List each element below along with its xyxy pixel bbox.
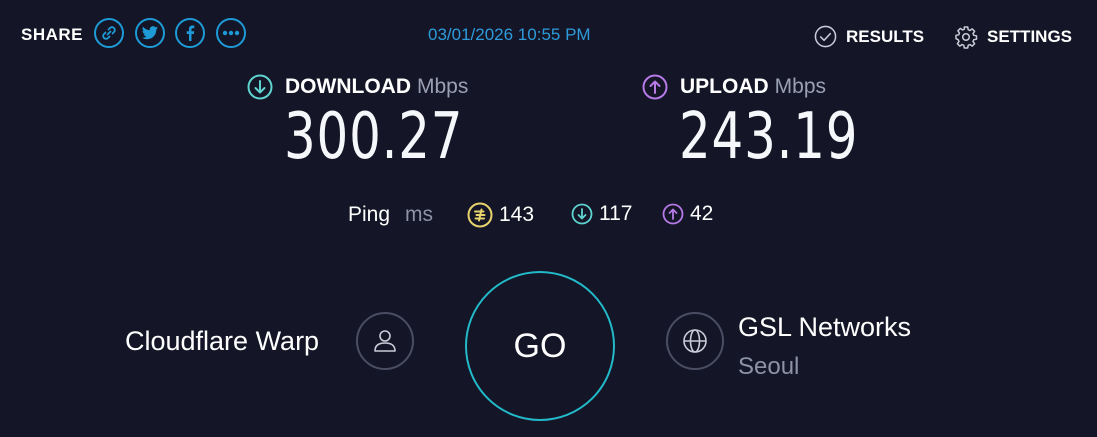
- go-button[interactable]: GO: [465, 271, 615, 421]
- download-latency-icon: [571, 203, 593, 225]
- upload-label: UPLOAD: [680, 75, 769, 98]
- upload-arrow-icon: [642, 74, 668, 100]
- ping-download-value: 117: [599, 202, 633, 225]
- provider-name: Cloudflare Warp: [125, 326, 320, 356]
- go-label: GO: [513, 326, 567, 365]
- upload-header: UPLOAD Mbps: [642, 74, 826, 100]
- download-label: DOWNLOAD: [285, 75, 411, 98]
- ping-upload-value: 42: [690, 202, 714, 225]
- test-timestamp: 03/01/2026 10:55 PM: [428, 25, 591, 44]
- ping-idle: 143: [467, 202, 534, 228]
- facebook-icon: [186, 25, 195, 41]
- download-unit: Mbps: [416, 75, 469, 98]
- ping-download: 117: [571, 202, 632, 226]
- download-speed-value: 300.27: [284, 100, 464, 174]
- server-location: Seoul: [738, 353, 800, 380]
- upload-latency-icon: [662, 203, 684, 225]
- gear-icon: [955, 26, 978, 49]
- upload-speed-value: 243.19: [679, 100, 859, 174]
- share-facebook-button[interactable]: [175, 18, 205, 48]
- ping-idle-value: 143: [499, 203, 535, 226]
- results-link[interactable]: RESULTS: [814, 25, 924, 48]
- change-provider-button[interactable]: [356, 312, 414, 370]
- twitter-icon: [142, 26, 158, 40]
- share-link-button[interactable]: [94, 18, 124, 48]
- results-label: RESULTS: [846, 26, 925, 46]
- settings-label: SETTINGS: [987, 27, 1073, 46]
- idle-latency-icon: [467, 202, 493, 228]
- change-server-button[interactable]: [666, 312, 724, 370]
- share-label: SHARE: [21, 25, 84, 44]
- server-name: GSL Networks: [738, 312, 912, 342]
- upload-unit: Mbps: [774, 75, 827, 98]
- check-circle-icon: [814, 25, 837, 48]
- share-twitter-button[interactable]: [135, 18, 165, 48]
- share-more-button[interactable]: [216, 18, 246, 48]
- more-icon: [222, 30, 240, 36]
- user-icon: [374, 330, 396, 352]
- ping-upload: 42: [662, 202, 713, 226]
- link-icon: [102, 26, 116, 40]
- download-header: DOWNLOAD Mbps: [247, 74, 468, 100]
- ping-label: Ping: [348, 203, 391, 226]
- ping-unit: ms: [405, 203, 433, 226]
- globe-icon: [683, 329, 707, 353]
- settings-link[interactable]: SETTINGS: [954, 25, 1072, 49]
- download-arrow-icon: [247, 74, 273, 100]
